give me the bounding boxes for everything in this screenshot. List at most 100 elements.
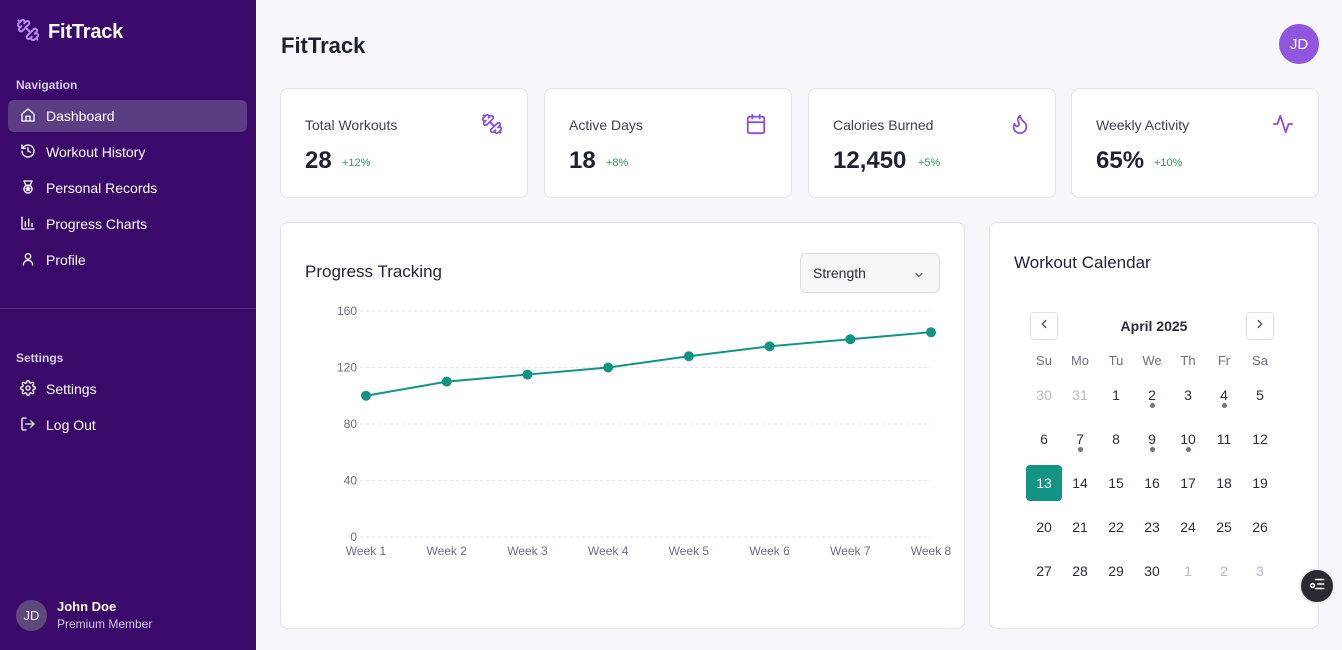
- sidebar-item-label: Progress Charts: [46, 216, 148, 232]
- workout-indicator-dot: [1149, 403, 1155, 408]
- calendar-day[interactable]: 24: [1170, 505, 1206, 549]
- calendar-day[interactable]: 1: [1098, 373, 1134, 417]
- calendar-day[interactable]: 30: [1134, 549, 1170, 593]
- nav-list: Dashboard Workout History Personal Recor…: [8, 100, 247, 280]
- weekday-label: Sa: [1252, 353, 1268, 368]
- stat-value: 65%: [1096, 147, 1145, 174]
- sidebar-item-label: Workout History: [46, 144, 146, 160]
- calendar-day[interactable]: 27: [1026, 549, 1062, 593]
- sidebar-item-personal-records[interactable]: Personal Records: [8, 172, 247, 204]
- calendar-day[interactable]: 17: [1170, 461, 1206, 505]
- calendar-day[interactable]: 19: [1242, 461, 1278, 505]
- week-row: 6 7 8 9 10 11 12: [1026, 417, 1278, 461]
- logout-icon: [20, 416, 36, 435]
- stat-change: +10%: [1154, 157, 1183, 169]
- calendar-day[interactable]: 20: [1026, 505, 1062, 549]
- calendar-day[interactable]: 6: [1026, 417, 1062, 461]
- day-number: 28: [1072, 563, 1088, 579]
- sidebar-item-settings[interactable]: Settings: [8, 373, 247, 405]
- x-tick-label: Week 8: [911, 544, 952, 558]
- calendar-day[interactable]: 14: [1062, 461, 1098, 505]
- calendar-day[interactable]: 1: [1170, 549, 1206, 593]
- calendar-day[interactable]: 3: [1242, 549, 1278, 593]
- x-tick-label: Week 2: [426, 544, 467, 558]
- day-number: 30: [1036, 387, 1052, 403]
- sidebar-item-logout[interactable]: Log Out: [8, 409, 247, 441]
- calendar-grid: Su Mo Tu We Th Fr Sa 30 31 1 2 3 4 5 6 7 8 9 10 11 12 13 14 15 1…: [1026, 353, 1278, 593]
- sidebar-item-label: Profile: [46, 252, 86, 268]
- data-point: [441, 376, 452, 387]
- calendar-day[interactable]: 25: [1206, 505, 1242, 549]
- calendar-day[interactable]: 15: [1098, 461, 1134, 505]
- stat-label: Total Workouts: [305, 117, 398, 133]
- calendar-day[interactable]: 12: [1242, 417, 1278, 461]
- calendar-day[interactable]: 2: [1206, 549, 1242, 593]
- sidebar-item-progress-charts[interactable]: Progress Charts: [8, 208, 247, 240]
- calendar-day[interactable]: 23: [1134, 505, 1170, 549]
- calendar-day[interactable]: 10: [1170, 417, 1206, 461]
- calendar-day[interactable]: 9: [1134, 417, 1170, 461]
- calendar-day[interactable]: 28: [1062, 549, 1098, 593]
- sidebar-item-profile[interactable]: Profile: [8, 244, 247, 276]
- x-tick-label: Week 3: [507, 544, 548, 558]
- history-icon: [20, 143, 36, 162]
- settings-heading: Settings: [16, 351, 64, 365]
- stat-card-calories-burned: Calories Burned 12,450 +5%: [808, 88, 1056, 198]
- day-number: 2: [1220, 563, 1228, 579]
- day-number: 31: [1072, 387, 1088, 403]
- calendar-day[interactable]: 2: [1134, 373, 1170, 417]
- day-number: 3: [1184, 387, 1192, 403]
- calendar-day[interactable]: 4: [1206, 373, 1242, 417]
- calendar-day[interactable]: 26: [1242, 505, 1278, 549]
- calendar-day[interactable]: 7: [1062, 417, 1098, 461]
- weekday-label: Su: [1036, 353, 1052, 368]
- calendar-day[interactable]: 21: [1062, 505, 1098, 549]
- sidebar-item-label: Settings: [46, 381, 97, 397]
- stat-change: +5%: [918, 157, 941, 169]
- sidebar-divider: [0, 308, 256, 309]
- calendar-day[interactable]: 8: [1098, 417, 1134, 461]
- calendar-day[interactable]: 29: [1098, 549, 1134, 593]
- day-number: 6: [1040, 431, 1048, 447]
- calendar-day[interactable]: 16: [1134, 461, 1170, 505]
- calendar-day-selected[interactable]: 13: [1026, 461, 1062, 505]
- y-tick-label: 160: [337, 304, 357, 318]
- day-number: 25: [1216, 519, 1232, 535]
- floating-menu-button[interactable]: [1299, 568, 1335, 604]
- day-number: 9: [1148, 431, 1156, 447]
- data-point: [603, 362, 614, 373]
- day-number: 12: [1252, 431, 1268, 447]
- progress-card: Progress Tracking Strength 0 40 80 120 160 We…: [280, 222, 965, 629]
- workout-indicator-dot: [1149, 447, 1155, 452]
- next-month-button[interactable]: [1246, 312, 1274, 340]
- user-profile[interactable]: JD John Doe Premium Member: [16, 599, 152, 631]
- avatar: JD: [16, 599, 47, 631]
- day-number: 17: [1180, 475, 1196, 491]
- day-number: 1: [1184, 563, 1192, 579]
- sidebar-item-workout-history[interactable]: Workout History: [8, 136, 247, 168]
- user-name: John Doe: [57, 599, 117, 614]
- header-avatar[interactable]: JD: [1279, 24, 1319, 64]
- sidebar-item-label: Dashboard: [46, 108, 115, 124]
- calendar-day[interactable]: 31: [1062, 373, 1098, 417]
- weekday-label: Tu: [1108, 353, 1124, 368]
- calendar-day[interactable]: 22: [1098, 505, 1134, 549]
- data-point: [683, 351, 694, 362]
- day-number: 16: [1144, 475, 1160, 491]
- calendar-day[interactable]: 11: [1206, 417, 1242, 461]
- sidebar-item-dashboard[interactable]: Dashboard: [8, 100, 247, 132]
- calendar-day[interactable]: 5: [1242, 373, 1278, 417]
- calendar-day[interactable]: 3: [1170, 373, 1206, 417]
- workout-indicator-dot: [1221, 403, 1227, 408]
- calendar-day[interactable]: 18: [1206, 461, 1242, 505]
- brand[interactable]: FitTrack: [16, 18, 123, 47]
- weekday-label: Mo: [1070, 353, 1090, 368]
- day-number: 15: [1108, 475, 1124, 491]
- day-number: 18: [1216, 475, 1232, 491]
- workout-indicator-dot: [1077, 447, 1083, 452]
- award-icon: [20, 179, 36, 198]
- y-tick-label: 80: [344, 417, 358, 431]
- week-row: 13 14 15 16 17 18 19: [1026, 461, 1278, 505]
- gear-icon: [20, 379, 36, 399]
- calendar-day[interactable]: 30: [1026, 373, 1062, 417]
